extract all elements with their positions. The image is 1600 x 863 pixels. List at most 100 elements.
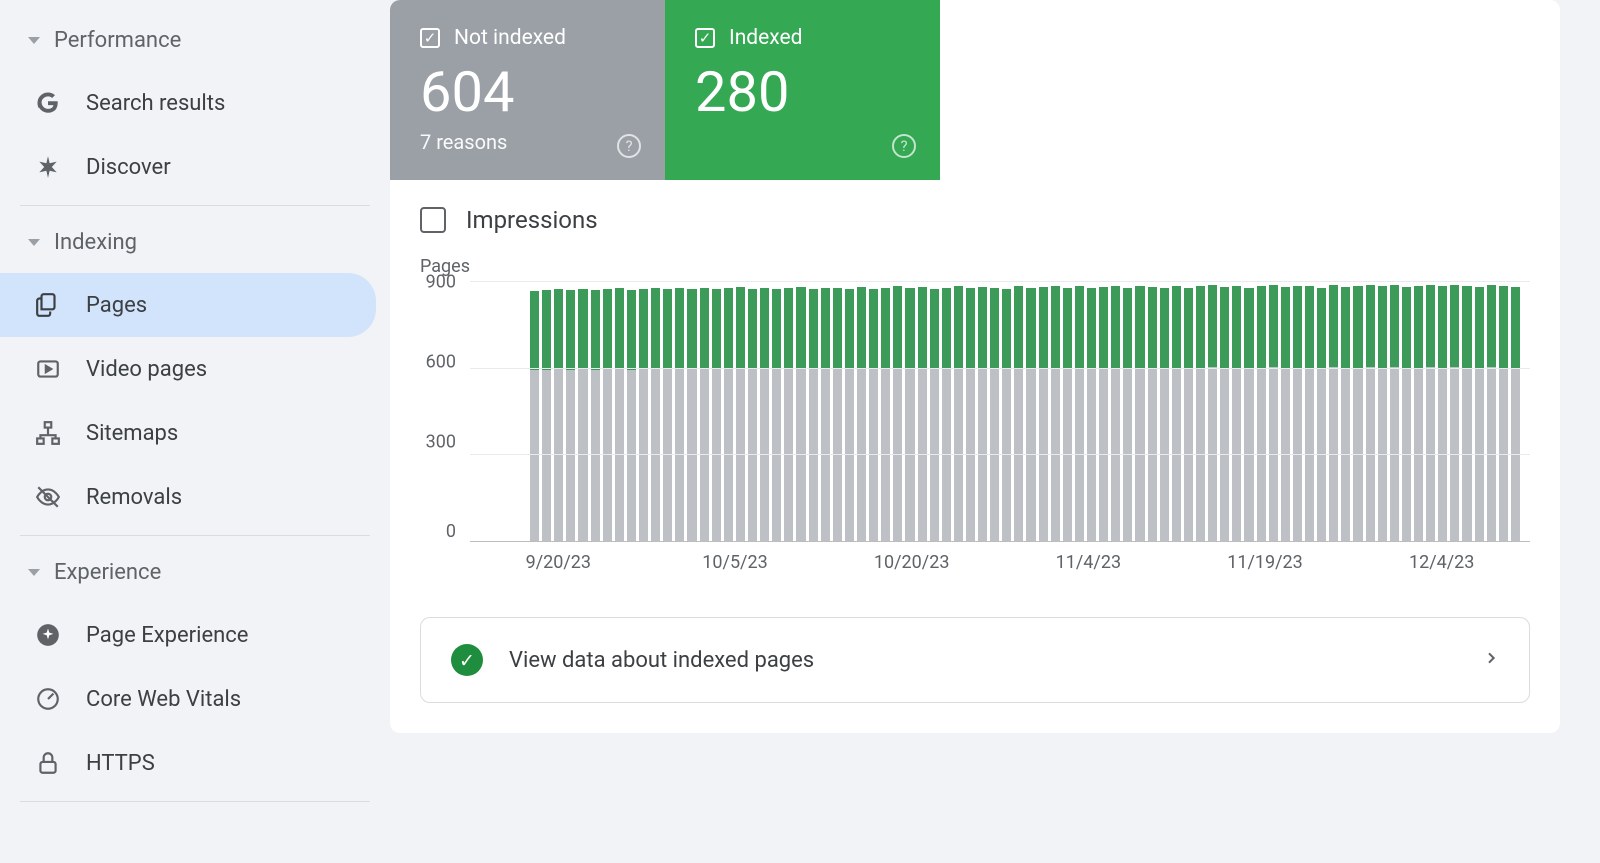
bar[interactable]	[1002, 282, 1011, 541]
help-icon[interactable]: ?	[617, 134, 641, 158]
bar[interactable]	[603, 282, 612, 541]
section-header-experience[interactable]: Experience	[0, 542, 390, 603]
bar[interactable]	[591, 282, 600, 541]
sidebar-item-pages[interactable]: Pages	[0, 273, 376, 337]
bar[interactable]	[748, 282, 757, 541]
sidebar-item-https[interactable]: HTTPS	[0, 731, 376, 795]
bar[interactable]	[1051, 282, 1060, 541]
bar[interactable]	[1390, 282, 1399, 541]
bar[interactable]	[821, 282, 830, 541]
bar[interactable]	[675, 282, 684, 541]
bar[interactable]	[966, 282, 975, 541]
bar[interactable]	[1014, 282, 1023, 541]
impressions-toggle[interactable]: Impressions	[390, 180, 1560, 244]
bar[interactable]	[1511, 282, 1520, 541]
bar[interactable]	[1111, 282, 1120, 541]
bar[interactable]	[857, 282, 866, 541]
view-indexed-pages-button[interactable]: ✓ View data about indexed pages	[420, 617, 1530, 703]
bar[interactable]	[651, 282, 660, 541]
bar[interactable]	[1135, 282, 1144, 541]
bar[interactable]	[578, 282, 587, 541]
sidebar-item-search-results[interactable]: Search results	[0, 71, 376, 135]
bar[interactable]	[1293, 282, 1302, 541]
bar[interactable]	[1269, 282, 1278, 541]
bar[interactable]	[1099, 282, 1108, 541]
bar[interactable]	[1499, 282, 1508, 541]
bar[interactable]	[1039, 282, 1048, 541]
bar[interactable]	[736, 282, 745, 541]
bar[interactable]	[1378, 282, 1387, 541]
bar[interactable]	[554, 282, 563, 541]
bar[interactable]	[1026, 282, 1035, 541]
bar[interactable]	[1317, 282, 1326, 541]
bar[interactable]	[1123, 282, 1132, 541]
bar[interactable]	[1353, 282, 1362, 541]
bar[interactable]	[1063, 282, 1072, 541]
bar[interactable]	[881, 282, 890, 541]
bar[interactable]	[1487, 282, 1496, 541]
sidebar-item-core-web-vitals[interactable]: Core Web Vitals	[0, 667, 376, 731]
bar[interactable]	[905, 282, 914, 541]
bar[interactable]	[1341, 282, 1350, 541]
bar[interactable]	[990, 282, 999, 541]
bar[interactable]	[1244, 282, 1253, 541]
bar[interactable]	[639, 282, 648, 541]
bar[interactable]	[1257, 282, 1266, 541]
bar[interactable]	[809, 282, 818, 541]
bar[interactable]	[566, 282, 575, 541]
bar[interactable]	[627, 282, 636, 541]
bar[interactable]	[724, 282, 733, 541]
bar[interactable]	[1075, 282, 1084, 541]
bar[interactable]	[772, 282, 781, 541]
bar[interactable]	[1148, 282, 1157, 541]
bar[interactable]	[1087, 282, 1096, 541]
bar[interactable]	[954, 282, 963, 541]
bar[interactable]	[1172, 282, 1181, 541]
bar[interactable]	[687, 282, 696, 541]
bar[interactable]	[700, 282, 709, 541]
bar[interactable]	[1160, 282, 1169, 541]
help-icon[interactable]: ?	[892, 134, 916, 158]
bar[interactable]	[1450, 282, 1459, 541]
bar[interactable]	[1184, 282, 1193, 541]
bar[interactable]	[760, 282, 769, 541]
stat-indexed[interactable]: ✓ Indexed 280 ?	[665, 0, 940, 180]
bar[interactable]	[530, 282, 539, 541]
bar[interactable]	[918, 282, 927, 541]
bar[interactable]	[1196, 282, 1205, 541]
sidebar-item-page-experience[interactable]: Page Experience	[0, 603, 376, 667]
bar[interactable]	[784, 282, 793, 541]
bar[interactable]	[869, 282, 878, 541]
bar[interactable]	[615, 282, 624, 541]
bar[interactable]	[1475, 282, 1484, 541]
bar[interactable]	[942, 282, 951, 541]
bar[interactable]	[1305, 282, 1314, 541]
bar[interactable]	[1402, 282, 1411, 541]
bar[interactable]	[1208, 282, 1217, 541]
bar[interactable]	[930, 282, 939, 541]
bar[interactable]	[845, 282, 854, 541]
bar[interactable]	[893, 282, 902, 541]
sidebar-item-removals[interactable]: Removals	[0, 465, 376, 529]
section-header-performance[interactable]: Performance	[0, 10, 390, 71]
bar[interactable]	[1438, 282, 1447, 541]
sidebar-item-video-pages[interactable]: Video pages	[0, 337, 376, 401]
bar[interactable]	[1232, 282, 1241, 541]
bar[interactable]	[1281, 282, 1290, 541]
bar[interactable]	[978, 282, 987, 541]
sidebar-item-sitemaps[interactable]: Sitemaps	[0, 401, 376, 465]
bar[interactable]	[1366, 282, 1375, 541]
bar[interactable]	[1220, 282, 1229, 541]
bar[interactable]	[796, 282, 805, 541]
bar[interactable]	[1329, 282, 1338, 541]
bar[interactable]	[712, 282, 721, 541]
stat-not-indexed[interactable]: ✓ Not indexed 604 7 reasons ?	[390, 0, 665, 180]
section-header-indexing[interactable]: Indexing	[0, 212, 390, 273]
bar[interactable]	[542, 282, 551, 541]
bar[interactable]	[833, 282, 842, 541]
sidebar-item-discover[interactable]: Discover	[0, 135, 376, 199]
bar[interactable]	[663, 282, 672, 541]
bar[interactable]	[1426, 282, 1435, 541]
bar[interactable]	[1414, 282, 1423, 541]
bar[interactable]	[1462, 282, 1471, 541]
